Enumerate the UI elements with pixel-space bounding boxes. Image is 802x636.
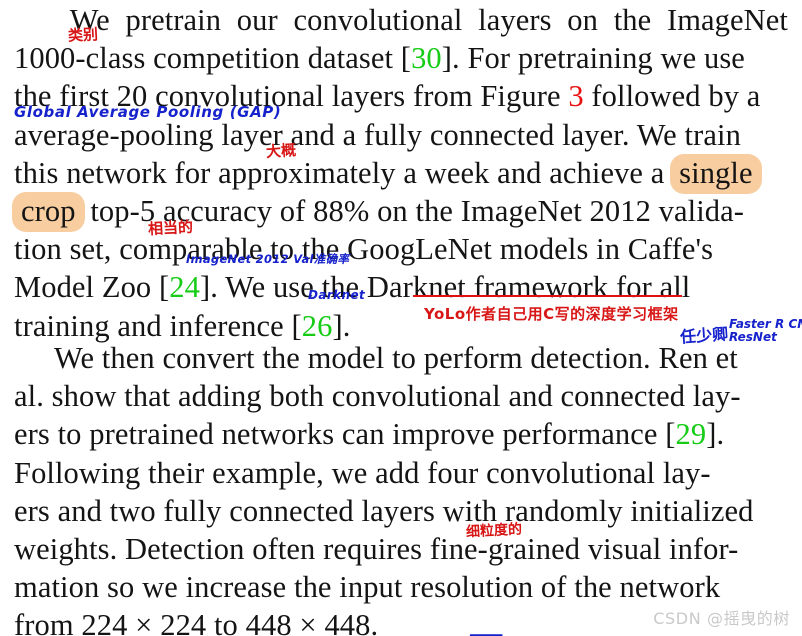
text-line: the first 20 convolutional layers from F… [14, 77, 788, 115]
text-line: 1000-class competition dataset [30]. For… [14, 39, 788, 77]
line-text: ]. [332, 308, 351, 343]
word: pretrain [125, 3, 222, 37]
line-text: ]. For pretraining we use [441, 41, 745, 76]
text-line: ers and two fully connected layers with … [14, 493, 754, 528]
line-text: the first 20 convolutional layers from F… [14, 79, 569, 114]
paragraph-detection: We then convert the model to perform det… [14, 339, 788, 636]
citation-ref: 26 [301, 308, 333, 343]
red-underline-darknet-framework [413, 295, 682, 298]
csdn-watermark: CSDN @摇曳的树 [653, 609, 790, 628]
line-text: 1000-class competition dataset [ [14, 41, 412, 76]
text-line: this network for approximately a week an… [14, 153, 788, 194]
line-text: followed by a [583, 79, 761, 114]
text-line: Following their example, we add four con… [14, 455, 711, 490]
figure-ref: 3 [568, 79, 584, 114]
text-line: weights. Detection often requires fine-g… [14, 531, 739, 566]
paragraph-pretraining: We pretrain our convolutional layers on … [12, 1, 788, 345]
line-text: We then convert the model to perform det… [54, 341, 738, 375]
word: our [236, 3, 278, 37]
text-line: We pretrain our convolutional layers on … [14, 1, 788, 39]
word: ImageNet [666, 3, 788, 37]
line-text: ers to pretrained networks can improve p… [14, 417, 676, 452]
text-line: al. show that adding both convolutional … [14, 379, 741, 414]
paragraph-indent [14, 1, 54, 39]
line-text: training and inference [ [14, 308, 302, 343]
citation-ref: 30 [411, 41, 442, 76]
line-text: ]. We use the Darknet framework for all [199, 270, 691, 305]
highlight-single: single [670, 153, 762, 194]
text-line: crop top-5 accuracy of 88% on the ImageN… [12, 191, 788, 232]
text-line: tion set, comparable to the GoogLeNet mo… [14, 232, 714, 267]
text-line: ers to pretrained networks can improve p… [14, 415, 788, 453]
line-text: Model Zoo [ [14, 270, 170, 305]
text-line: mation so we increase the input resoluti… [14, 570, 721, 605]
citation-ref: 29 [675, 417, 707, 452]
word: the [613, 3, 652, 37]
word: layers [478, 3, 552, 37]
document-page: We pretrain our convolutional layers on … [0, 0, 802, 636]
text-line: Model Zoo [24]. We use the Darknet frame… [14, 268, 788, 306]
word: We [69, 3, 110, 37]
word: convolutional [293, 3, 463, 37]
highlight-crop: crop [12, 191, 85, 232]
text-line: average-pooling layer and a fully connec… [14, 117, 741, 152]
word: on [567, 3, 598, 37]
line-text: this network for approximately a week an… [14, 155, 673, 190]
justified-line: We pretrain our convolutional layers on … [14, 1, 788, 39]
citation-ref: 24 [169, 270, 200, 305]
text-line: We then convert the model to perform det… [14, 339, 788, 377]
line-text: top-5 accuracy of 88% on the ImageNet 20… [82, 193, 745, 228]
line-text: ]. [706, 417, 725, 452]
